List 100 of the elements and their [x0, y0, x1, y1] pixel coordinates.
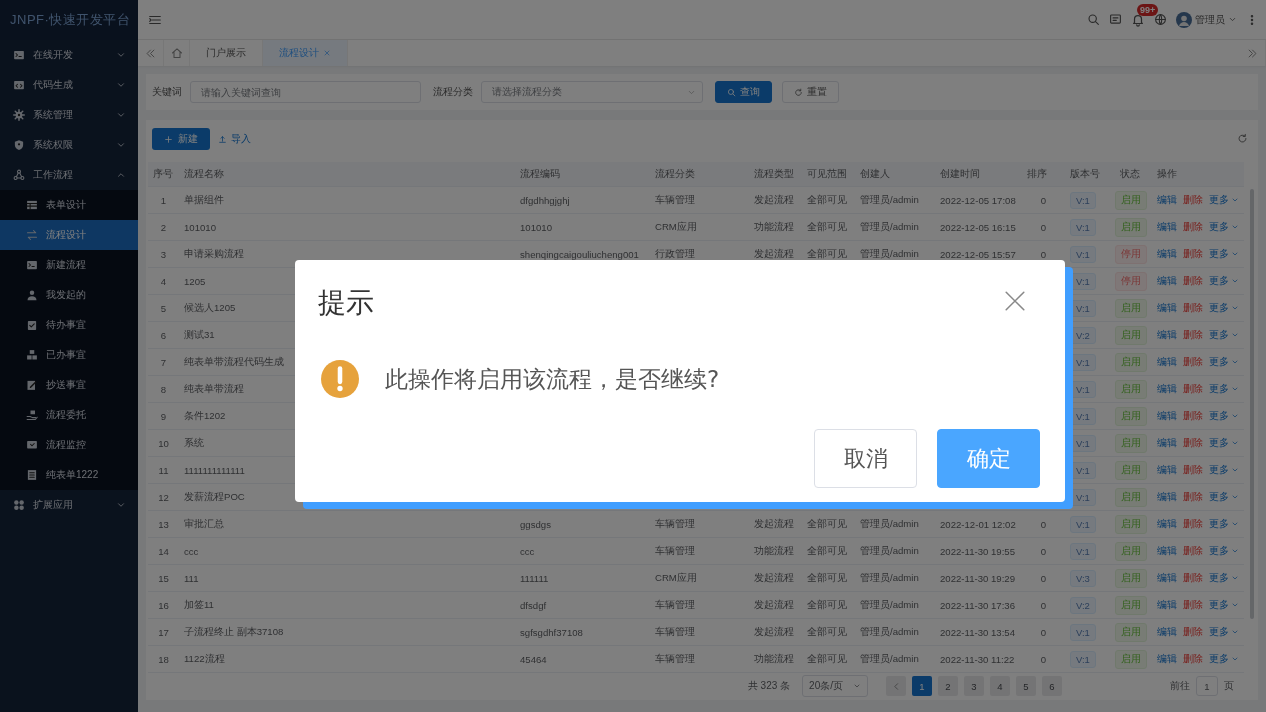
edit-link[interactable]: 编辑 [1157, 328, 1177, 342]
submenu-item[interactable]: 待办事宜 [0, 310, 138, 340]
submenu-item[interactable]: 我发起的 [0, 280, 138, 310]
more-link[interactable]: 更多 [1209, 544, 1239, 558]
edit-link[interactable]: 编辑 [1157, 652, 1177, 666]
double-right-icon[interactable] [1247, 47, 1258, 59]
more-link[interactable]: 更多 [1209, 355, 1239, 369]
search-button[interactable]: 查询 [715, 81, 772, 103]
reset-button[interactable]: 重置 [782, 81, 839, 103]
edit-link[interactable]: 编辑 [1157, 436, 1177, 450]
more-link[interactable]: 更多 [1209, 193, 1239, 207]
more-link[interactable]: 更多 [1209, 328, 1239, 342]
tab[interactable]: 流程设计 [263, 40, 348, 66]
confirm-button[interactable]: 确定 [937, 429, 1040, 488]
edit-link[interactable]: 编辑 [1157, 544, 1177, 558]
edit-link[interactable]: 编辑 [1157, 490, 1177, 504]
more-link[interactable]: 更多 [1209, 571, 1239, 585]
edit-link[interactable]: 编辑 [1157, 274, 1177, 288]
menu-item[interactable]: 代码生成 [0, 70, 138, 100]
cancel-button[interactable]: 取消 [814, 429, 917, 488]
edit-link[interactable]: 编辑 [1157, 571, 1177, 585]
delete-link[interactable]: 删除 [1183, 571, 1203, 585]
submenu-item[interactable]: 流程设计 [0, 220, 138, 250]
delete-link[interactable]: 删除 [1183, 598, 1203, 612]
delete-link[interactable]: 删除 [1183, 220, 1203, 234]
delete-link[interactable]: 删除 [1183, 382, 1203, 396]
page-button[interactable]: 6 [1042, 676, 1062, 696]
more-link[interactable]: 更多 [1209, 409, 1239, 423]
more-link[interactable]: 更多 [1209, 247, 1239, 261]
edit-link[interactable]: 编辑 [1157, 625, 1177, 639]
page-button[interactable]: 2 [938, 676, 958, 696]
refresh-icon[interactable] [1237, 132, 1248, 144]
delete-link[interactable]: 删除 [1183, 544, 1203, 558]
close-icon[interactable] [1004, 290, 1026, 312]
more-link[interactable]: 更多 [1209, 517, 1239, 531]
new-button[interactable]: 新建 [152, 128, 210, 150]
double-left-icon[interactable] [145, 47, 156, 59]
page-button[interactable]: 3 [964, 676, 984, 696]
edit-link[interactable]: 编辑 [1157, 193, 1177, 207]
page-button[interactable]: 5 [1016, 676, 1036, 696]
submenu-item[interactable]: 抄送事宜 [0, 370, 138, 400]
status-tag: 启用 [1115, 514, 1147, 534]
home-icon[interactable] [170, 47, 183, 59]
search-icon[interactable] [1087, 13, 1100, 26]
submenu-item[interactable]: 表单设计 [0, 190, 138, 220]
edit-link[interactable]: 编辑 [1157, 355, 1177, 369]
more-link[interactable]: 更多 [1209, 220, 1239, 234]
delete-link[interactable]: 删除 [1183, 355, 1203, 369]
menu-item[interactable]: 扩展应用 [0, 490, 138, 520]
delete-link[interactable]: 删除 [1183, 490, 1203, 504]
more-link[interactable]: 更多 [1209, 436, 1239, 450]
submenu-item[interactable]: 流程监控 [0, 430, 138, 460]
delete-link[interactable]: 删除 [1183, 652, 1203, 666]
page-size-select[interactable]: 20条/页 [802, 675, 868, 697]
edit-link[interactable]: 编辑 [1157, 301, 1177, 315]
page-button[interactable]: 1 [912, 676, 932, 696]
delete-link[interactable]: 删除 [1183, 625, 1203, 639]
delete-link[interactable]: 删除 [1183, 247, 1203, 261]
more-link[interactable]: 更多 [1209, 625, 1239, 639]
delete-link[interactable]: 删除 [1183, 463, 1203, 477]
menu-item[interactable]: 工作流程 [0, 160, 138, 190]
more-link[interactable]: 更多 [1209, 652, 1239, 666]
submenu-item[interactable]: 已办事宜 [0, 340, 138, 370]
more-link[interactable]: 更多 [1209, 301, 1239, 315]
globe-icon[interactable] [1154, 13, 1167, 26]
import-link[interactable]: 导入 [218, 132, 251, 146]
more-link[interactable]: 更多 [1209, 463, 1239, 477]
submenu-item[interactable]: 新建流程 [0, 250, 138, 280]
menu-item[interactable]: 系统权限 [0, 130, 138, 160]
delete-link[interactable]: 删除 [1183, 436, 1203, 450]
table-cell-text: 全部可见 [806, 517, 847, 531]
more-link[interactable]: 更多 [1209, 598, 1239, 612]
bell-icon[interactable] [1131, 12, 1145, 27]
submenu-item[interactable]: 流程委托 [0, 400, 138, 430]
edit-link[interactable]: 编辑 [1157, 463, 1177, 477]
more-link[interactable]: 更多 [1209, 382, 1239, 396]
menu-item[interactable]: 在线开发 [0, 40, 138, 70]
page-input[interactable]: 1 [1196, 676, 1218, 696]
more-link[interactable]: 更多 [1209, 490, 1239, 504]
table-cell-text: 发起流程 [753, 193, 794, 207]
edit-link[interactable]: 编辑 [1157, 247, 1177, 261]
delete-link[interactable]: 删除 [1183, 517, 1203, 531]
edit-link[interactable]: 编辑 [1157, 382, 1177, 396]
edit-link[interactable]: 编辑 [1157, 409, 1177, 423]
menu-item[interactable]: 系统管理 [0, 100, 138, 130]
chevron-down-icon [116, 110, 126, 120]
delete-link[interactable]: 删除 [1183, 193, 1203, 207]
delete-link[interactable]: 删除 [1183, 409, 1203, 423]
edit-link[interactable]: 编辑 [1157, 598, 1177, 612]
delete-link[interactable]: 删除 [1183, 328, 1203, 342]
user-menu[interactable]: 管理员 [1176, 11, 1237, 28]
page-button[interactable]: 4 [990, 676, 1010, 696]
edit-link[interactable]: 编辑 [1157, 220, 1177, 234]
edit-link[interactable]: 编辑 [1157, 517, 1177, 531]
chevron-down-icon [1231, 655, 1239, 663]
more-link[interactable]: 更多 [1209, 274, 1239, 288]
delete-link[interactable]: 删除 [1183, 301, 1203, 315]
delete-link[interactable]: 删除 [1183, 274, 1203, 288]
message-icon[interactable] [1109, 13, 1122, 26]
submenu-item[interactable]: 纯表单1222 [0, 460, 138, 490]
